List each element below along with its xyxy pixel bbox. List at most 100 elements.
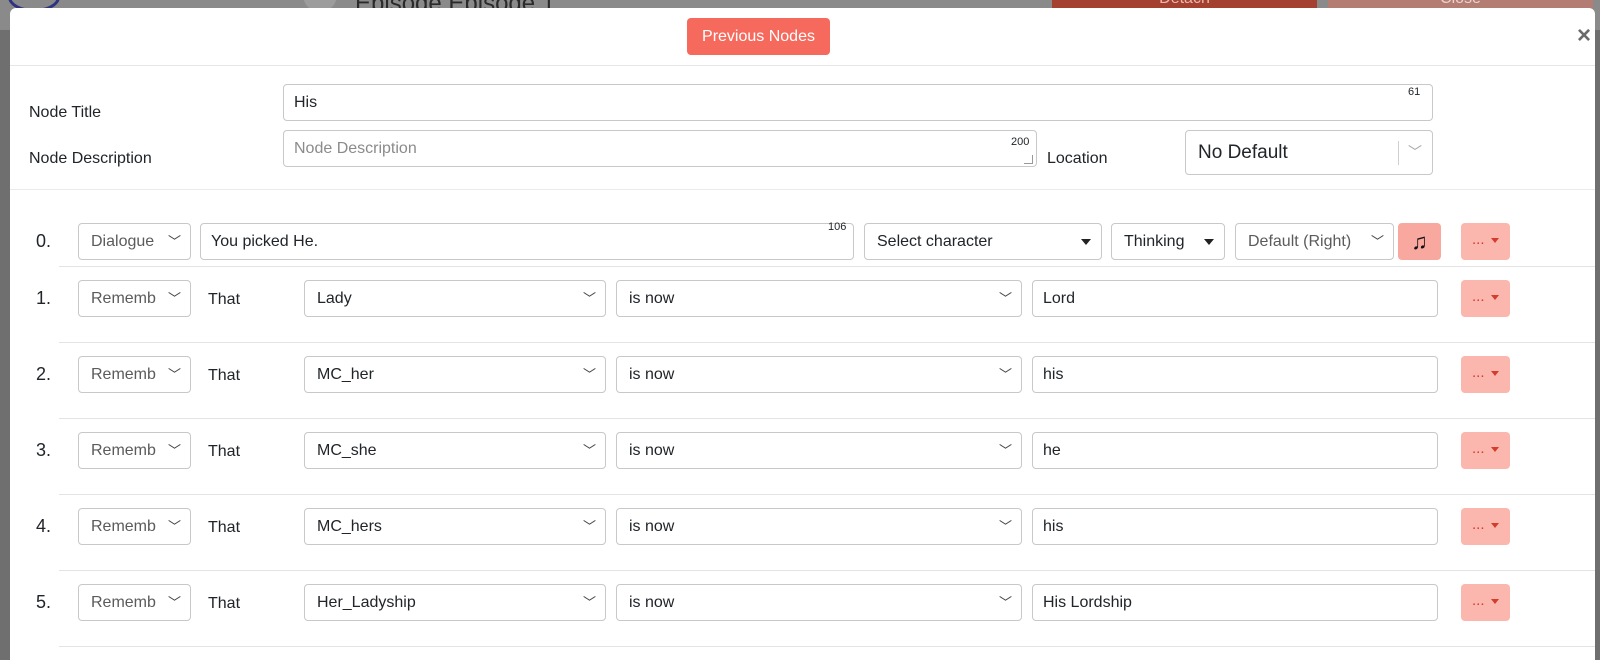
row-number: 0. [36, 231, 52, 251]
chevron-down-icon: ﹀ [167, 291, 181, 306]
chevron-down-icon: ﹀ [998, 519, 1012, 534]
operator-select[interactable]: is now ﹀ [616, 508, 1022, 545]
more-actions-button[interactable]: ... [1461, 356, 1510, 393]
operator-value: is now [629, 366, 675, 383]
variable-value: MC_she [317, 442, 377, 459]
that-label: That [208, 443, 241, 460]
operator-select[interactable]: is now ﹀ [616, 584, 1022, 621]
position-select[interactable]: Default (Right) ﹀ [1235, 223, 1394, 260]
caret-down-icon [1491, 295, 1499, 300]
row-type-value: Rememb [91, 290, 156, 307]
value-input[interactable]: His Lordship [1032, 584, 1438, 621]
node-editor-modal: Previous Nodes × Node Title His 61 Node … [10, 8, 1595, 660]
caret-down-icon [1491, 371, 1499, 376]
variable-select[interactable]: Her_Ladyship ﹀ [304, 584, 606, 621]
variable-value: MC_hers [317, 518, 382, 535]
operator-value: is now [629, 290, 675, 307]
node-title-input[interactable]: His [283, 84, 1433, 121]
row-type-value: Rememb [91, 594, 156, 611]
more-actions-button[interactable]: ... [1461, 280, 1510, 317]
row-divider [59, 342, 1595, 343]
row-divider [59, 494, 1595, 495]
row-number: 4. [36, 516, 52, 536]
chevron-down-icon: ﹀ [998, 595, 1012, 610]
row-type-value: Rememb [91, 518, 156, 535]
resize-grip-icon[interactable] [1024, 155, 1033, 164]
row-type-select[interactable]: Rememb ﹀ [78, 508, 191, 545]
more-label: ... [1472, 516, 1485, 533]
row-type-select[interactable]: Dialogue ﹀ [78, 223, 191, 260]
modal-header: Previous Nodes × [10, 8, 1595, 66]
more-actions-button[interactable]: ... [1461, 223, 1510, 260]
chevron-down-icon: ﹀ [998, 367, 1012, 382]
character-value: Select character [877, 233, 993, 250]
value-input[interactable]: his [1032, 356, 1438, 393]
variable-value: Lady [317, 290, 352, 307]
row-divider [59, 266, 1595, 267]
value-input[interactable]: he [1032, 432, 1438, 469]
node-properties: Node Title His 61 Node Description Node … [10, 66, 1595, 190]
caret-down-icon [1081, 239, 1091, 245]
location-value: No Default [1198, 142, 1288, 163]
position-value: Default (Right) [1248, 233, 1352, 250]
chevron-down-icon: ﹀ [582, 519, 596, 534]
chevron-down-icon: ﹀ [582, 443, 596, 458]
value-input[interactable]: his [1032, 508, 1438, 545]
row-type-select[interactable]: Rememb ﹀ [78, 280, 191, 317]
location-label: Location [1047, 150, 1108, 167]
row-type-value: Dialogue [91, 233, 155, 250]
operator-value: is now [629, 594, 675, 611]
row-type-select[interactable]: Rememb ﹀ [78, 432, 191, 469]
variable-select[interactable]: MC_her ﹀ [304, 356, 606, 393]
that-label: That [208, 519, 241, 536]
more-actions-button[interactable]: ... [1461, 584, 1510, 621]
row-divider [59, 646, 1595, 647]
row-type-select[interactable]: Rememb ﹀ [78, 356, 191, 393]
caret-down-icon [1491, 523, 1499, 528]
caret-down-icon [1491, 447, 1499, 452]
that-label: That [208, 291, 241, 308]
row-type-select[interactable]: Rememb ﹀ [78, 584, 191, 621]
variable-value: Her_Ladyship [317, 594, 416, 611]
row-divider [59, 570, 1595, 571]
mode-select[interactable]: Thinking [1111, 223, 1225, 260]
close-icon[interactable]: × [1577, 22, 1591, 50]
chevron-down-icon: ﹀ [998, 443, 1012, 458]
caret-down-icon [1491, 599, 1499, 604]
row-number: 2. [36, 364, 52, 384]
that-label: That [208, 595, 241, 612]
more-label: ... [1472, 440, 1485, 457]
operator-select[interactable]: is now ﹀ [616, 432, 1022, 469]
variable-select[interactable]: Lady ﹀ [304, 280, 606, 317]
node-title-counter: 61 [1408, 86, 1421, 98]
chevron-down-icon: ﹀ [1370, 234, 1384, 249]
caret-down-icon [1491, 238, 1499, 243]
music-note-icon[interactable]: ♫ [1398, 223, 1441, 260]
more-actions-button[interactable]: ... [1461, 432, 1510, 469]
chevron-down-icon: ﹀ [998, 291, 1012, 306]
character-select[interactable]: Select character [864, 223, 1102, 260]
operator-value: is now [629, 518, 675, 535]
more-actions-button[interactable]: ... [1461, 508, 1510, 545]
mode-value: Thinking [1124, 233, 1185, 250]
value-input[interactable]: Lord [1032, 280, 1438, 317]
dialogue-counter: 106 [828, 221, 847, 233]
chevron-down-icon: ﹀ [167, 595, 181, 610]
variable-select[interactable]: MC_she ﹀ [304, 432, 606, 469]
node-title-label: Node Title [29, 104, 102, 121]
operator-select[interactable]: is now ﹀ [616, 356, 1022, 393]
variable-value: MC_her [317, 366, 374, 383]
chevron-down-icon: ﹀ [582, 595, 596, 610]
node-description-counter: 200 [1011, 136, 1030, 148]
chevron-down-icon: ﹀ [167, 519, 181, 534]
chevron-down-icon: ﹀ [582, 291, 596, 306]
row-type-value: Rememb [91, 442, 156, 459]
more-label: ... [1472, 231, 1485, 248]
dialogue-text-input[interactable]: You picked He. [200, 223, 854, 260]
chevron-down-icon: ﹀ [167, 443, 181, 458]
previous-nodes-button[interactable]: Previous Nodes [687, 18, 830, 55]
operator-select[interactable]: is now ﹀ [616, 280, 1022, 317]
node-description-input[interactable]: Node Description [283, 130, 1037, 167]
location-select[interactable]: No Default ﹀ [1185, 130, 1433, 175]
variable-select[interactable]: MC_hers ﹀ [304, 508, 606, 545]
